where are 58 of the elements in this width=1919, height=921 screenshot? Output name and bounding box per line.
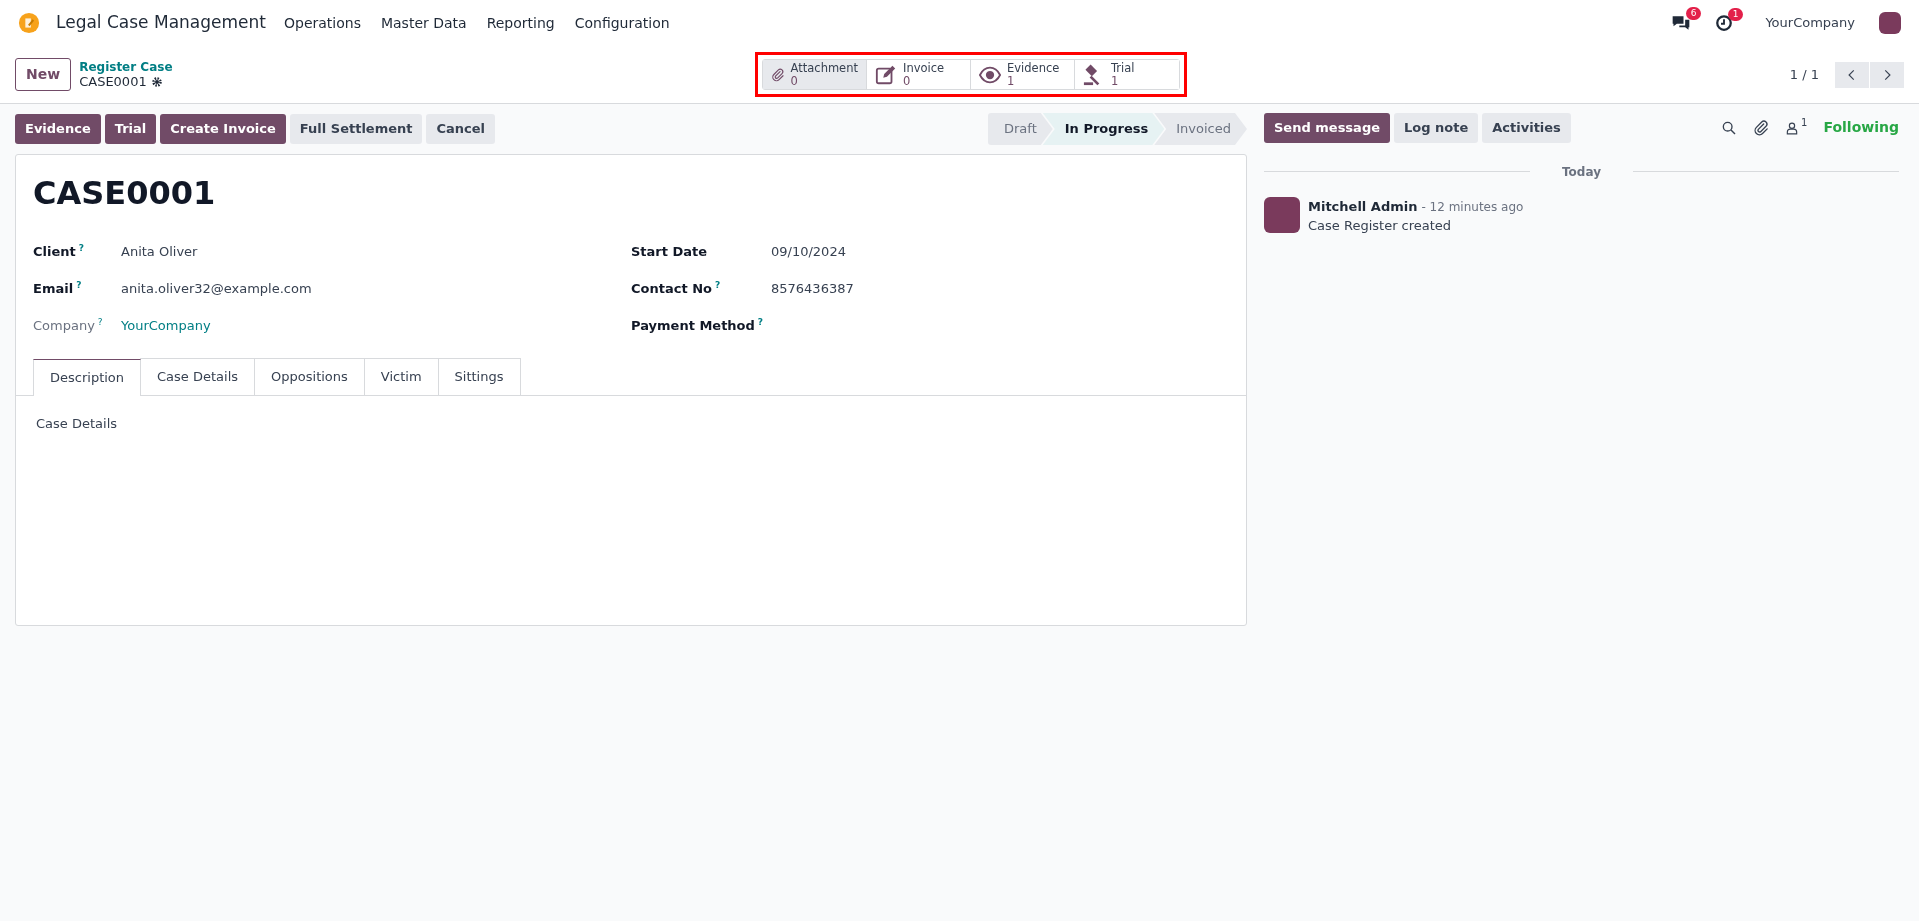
- field-label: Company: [33, 317, 95, 333]
- action-button[interactable]: Trial: [104, 114, 157, 144]
- status-stage[interactable]: Draft: [988, 113, 1053, 145]
- field-label: Payment Method: [631, 317, 755, 333]
- message-count-badge: 6: [1685, 7, 1702, 20]
- status-stage[interactable]: In Progress: [1042, 113, 1165, 145]
- field-value: 8576436387: [771, 279, 854, 298]
- field-value: Anita Oliver: [121, 242, 198, 261]
- edit-icon: [875, 63, 897, 86]
- menu-item[interactable]: Configuration: [564, 12, 680, 34]
- menu-item[interactable]: Reporting: [476, 12, 565, 34]
- app-logo-icon: [18, 12, 40, 34]
- chat-bubbles-icon[interactable]: [1671, 13, 1692, 33]
- breadcrumb-link[interactable]: Register Case: [79, 59, 173, 74]
- help-icon[interactable]: ?: [715, 279, 721, 290]
- follower-count: 1: [1801, 115, 1808, 130]
- smart-button[interactable]: Attachment 0: [763, 60, 867, 89]
- record-name: CASE0001: [79, 73, 147, 90]
- field-value: anita.oliver32@example.com: [121, 279, 312, 298]
- tab-content-text: Case Details: [35, 414, 118, 433]
- status-stage[interactable]: Invoiced: [1154, 113, 1247, 145]
- date-separator: Today: [1562, 163, 1601, 181]
- activity-count-badge: 1: [1727, 8, 1744, 21]
- help-icon[interactable]: ?: [76, 279, 82, 290]
- form-tab[interactable]: Sittings: [437, 358, 521, 395]
- paperclip-icon[interactable]: [1753, 119, 1770, 136]
- help-icon[interactable]: ?: [757, 316, 764, 327]
- menu-item[interactable]: Master Data: [370, 12, 477, 34]
- clock-icon[interactable]: [1715, 14, 1734, 32]
- field-label: Start Date: [631, 243, 708, 259]
- field-label: Contact No: [631, 280, 712, 296]
- action-button[interactable]: Create Invoice: [160, 114, 286, 144]
- message-body: Case Register created: [1308, 217, 1453, 235]
- chatter-button[interactable]: Send message: [1264, 113, 1390, 143]
- pager-value: 1 / 1: [1789, 65, 1819, 84]
- company-switcher[interactable]: YourCompany: [1765, 13, 1855, 33]
- action-button[interactable]: Cancel: [426, 114, 496, 144]
- field-label: Client: [33, 243, 76, 259]
- form-tab[interactable]: Description: [33, 359, 142, 396]
- user-avatar[interactable]: [1879, 12, 1901, 34]
- author-avatar: [1264, 196, 1300, 233]
- record-title: CASE0001: [33, 173, 217, 214]
- message-time: - 12 minutes ago: [1421, 198, 1524, 216]
- new-button[interactable]: New: [15, 58, 72, 91]
- action-button[interactable]: Full Settlement: [289, 114, 423, 144]
- action-button[interactable]: Evidence: [15, 114, 101, 144]
- menu-item[interactable]: Operations: [273, 12, 371, 34]
- app-name[interactable]: Legal Case Management: [56, 10, 266, 36]
- search-icon[interactable]: [1721, 119, 1738, 136]
- chatter-button[interactable]: Activities: [1482, 113, 1571, 143]
- field-label: Email: [33, 280, 74, 296]
- person-icon[interactable]: [1785, 120, 1800, 135]
- help-icon[interactable]: ?: [97, 316, 103, 327]
- chatter-button[interactable]: Log note: [1394, 113, 1479, 143]
- field-link[interactable]: YourCompany: [121, 315, 211, 336]
- field-value: 09/10/2024: [771, 242, 846, 261]
- message-author[interactable]: Mitchell Admin: [1308, 196, 1418, 216]
- help-icon[interactable]: ?: [78, 242, 84, 253]
